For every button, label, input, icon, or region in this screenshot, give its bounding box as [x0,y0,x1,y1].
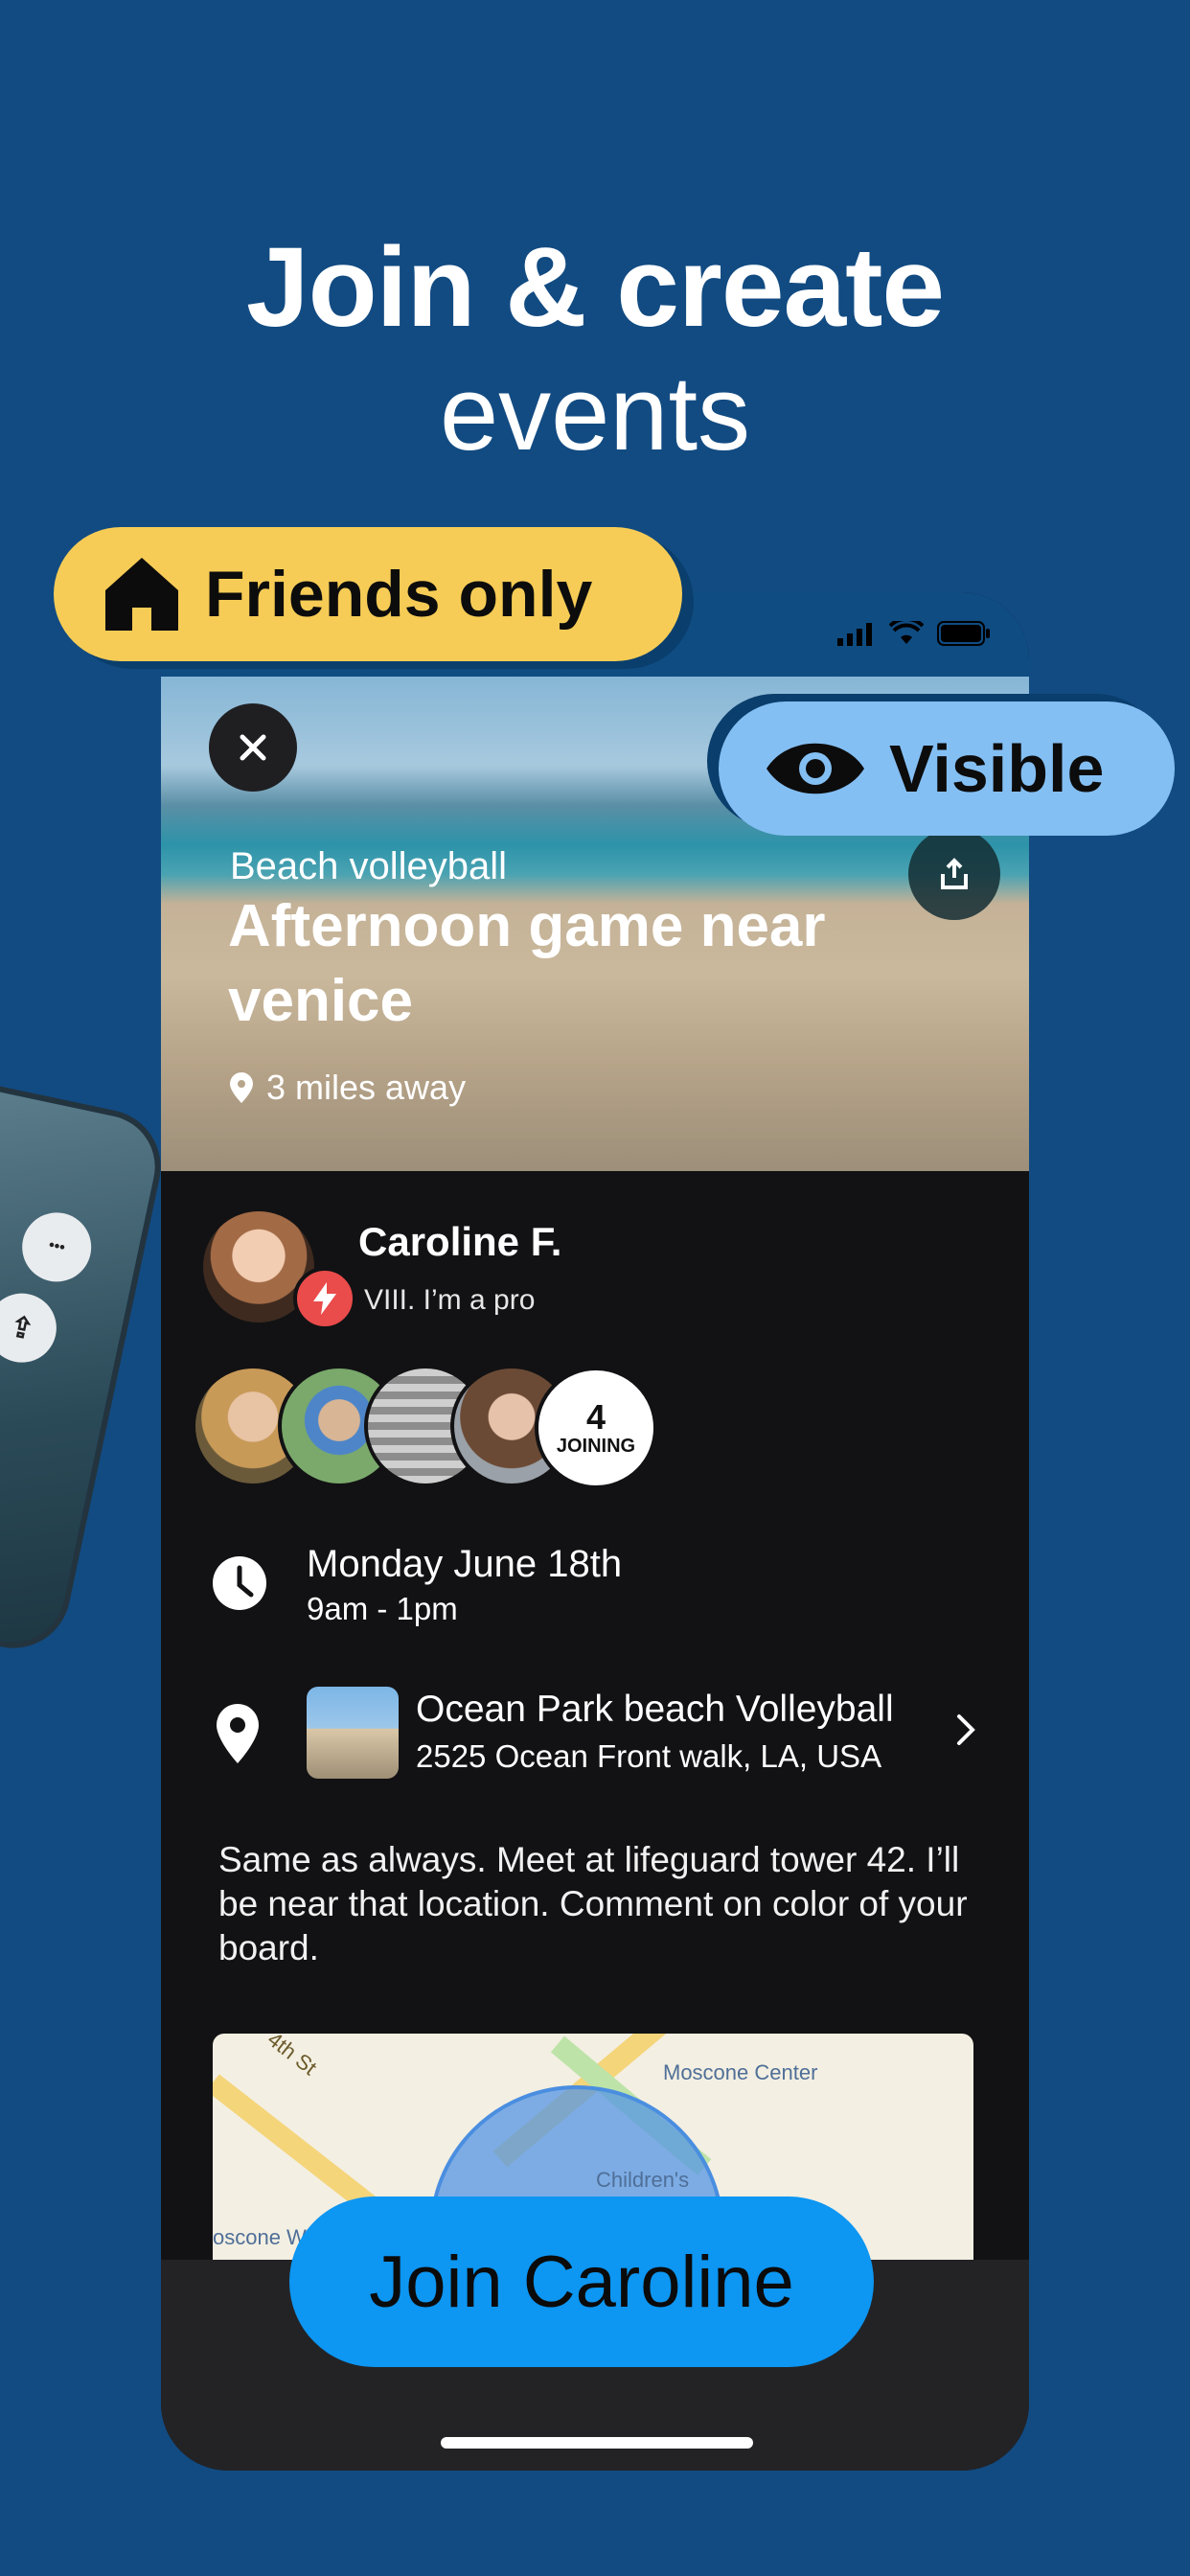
location-name[interactable]: Ocean Park beach Volleyball [416,1689,894,1731]
wifi-icon [889,621,924,644]
map-label: Children's [596,2168,690,2192]
joining-label: JOINING [556,1435,636,1457]
eye-icon [767,743,864,794]
lightning-badge-icon [293,1267,356,1330]
more-icon: ••• [15,1206,98,1289]
joining-count-badge[interactable]: 4 JOINING [535,1367,657,1489]
location-address: 2525 Ocean Front walk, LA, USA [416,1738,882,1774]
host-name[interactable]: Caroline F. [358,1219,561,1265]
join-button[interactable]: Join Caroline [289,2196,874,2367]
distance-label: 3 miles away [266,1068,467,1107]
home-indicator[interactable] [441,2437,753,2449]
location-pin-icon [217,1704,259,1763]
friends-only-label: Friends only [205,558,593,631]
battery-icon [937,621,990,646]
event-description: Same as always. Meet at lifeguard tower … [218,1840,968,1967]
event-distance: 3 miles away [230,1068,466,1108]
phone-frame: Beach volleyball Afternoon game near ven… [161,592,1029,2471]
visible-label: Visible [889,731,1105,806]
map-label: 4th St [263,2034,322,2081]
signal-icon [837,623,872,646]
event-date: Monday June 18th [307,1543,623,1585]
location-pin-icon [230,1072,253,1103]
event-time: 9am - 1pm [307,1591,458,1626]
location-thumbnail[interactable] [307,1687,399,1779]
friends-only-badge: Friends only [54,527,682,661]
share-icon: ⇪ [0,1286,63,1369]
joining-count: 4 [585,1396,606,1437]
close-icon [240,734,266,761]
event-title: Afternoon game near venice [228,893,826,1034]
chevron-right-icon[interactable] [956,1714,975,1751]
clock-icon [211,1554,268,1612]
share-icon [941,858,968,889]
home-icon [105,558,178,631]
event-category: Beach volleyball [230,845,508,887]
headline-subtitle: events [439,355,751,472]
host-subtitle: VIII. I’m a pro [364,1284,536,1316]
side-phone-preview: ••• ⇪ [0,1074,172,1659]
visible-badge: Visible [719,702,1175,836]
close-button[interactable] [209,703,297,792]
map-label: Moscone Center [663,2060,818,2084]
headline-title: Join & create [245,224,945,351]
map-label: oscone W [213,2225,307,2249]
